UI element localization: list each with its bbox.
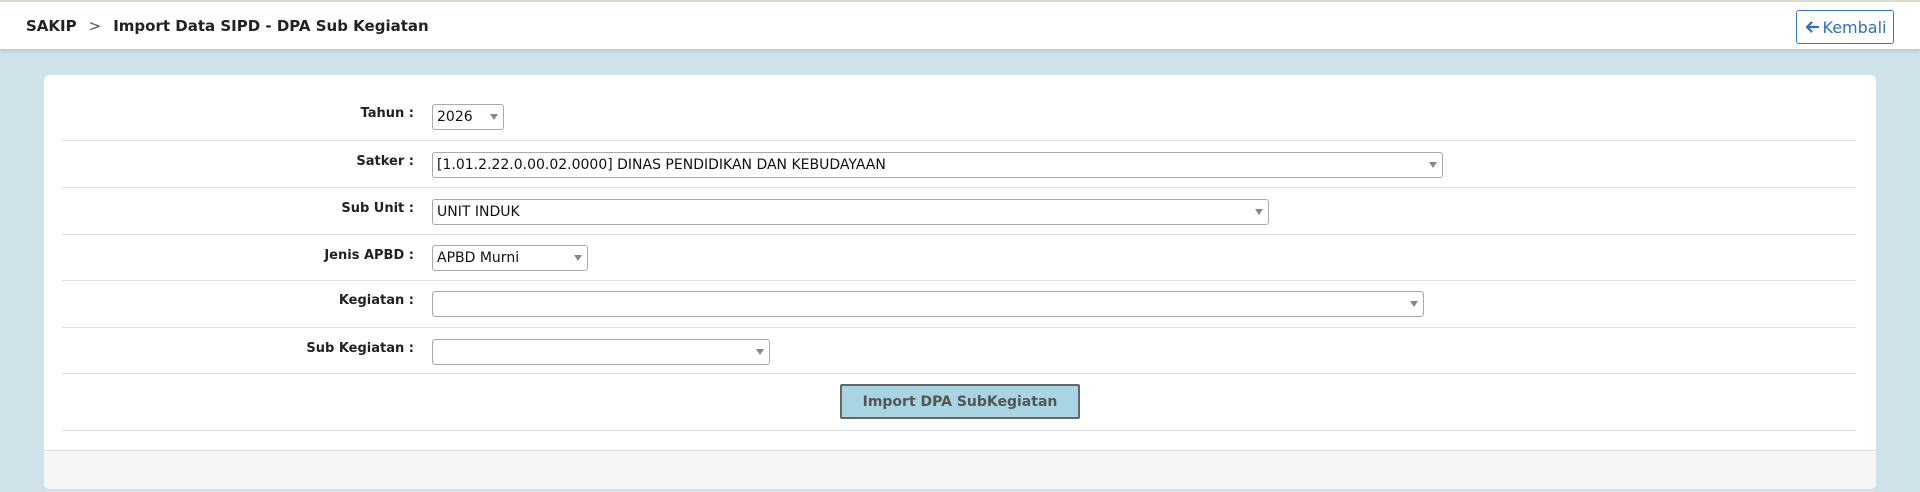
chevron-down-icon — [490, 114, 498, 120]
top-bar: SAKIP > Import Data SIPD - DPA Sub Kegiata… — [0, 0, 1920, 49]
breadcrumb-root[interactable]: SAKIP — [26, 17, 77, 35]
breadcrumb: SAKIP > Import Data SIPD - DPA Sub Kegiata… — [26, 17, 429, 35]
sub-unit-label: Sub Unit : — [341, 201, 414, 216]
chevron-down-icon — [1410, 301, 1418, 307]
row-sub-kegiatan: Sub Kegiatan : — [62, 328, 1856, 374]
row-satker: Satker : [1.01.2.22.0.00.02.0000] DINAS … — [62, 141, 1856, 188]
import-dpa-subkegiatan-button[interactable]: Import DPA SubKegiatan — [840, 384, 1080, 419]
sub-kegiatan-label: Sub Kegiatan : — [306, 341, 414, 356]
chevron-down-icon — [1429, 162, 1437, 168]
sub-unit-value: UNIT INDUK — [437, 204, 520, 220]
satker-select[interactable]: [1.01.2.22.0.00.02.0000] DINAS PENDIDIKA… — [432, 152, 1443, 178]
import-form-card: Tahun : 2026 Satker : [1.01.2.22.0.00.02… — [44, 75, 1876, 489]
chevron-down-icon — [1255, 209, 1263, 215]
chevron-down-icon — [574, 255, 582, 261]
chevron-down-icon — [756, 349, 764, 355]
satker-value: [1.01.2.22.0.00.02.0000] DINAS PENDIDIKA… — [437, 157, 886, 173]
row-kegiatan: Kegiatan : — [62, 281, 1856, 328]
jenis-apbd-select[interactable]: APBD Murni — [432, 245, 588, 271]
kegiatan-label: Kegiatan : — [338, 293, 414, 308]
page-title: Import Data SIPD - DPA Sub Kegiatan — [113, 17, 429, 35]
card-footer — [44, 450, 1876, 489]
tahun-label: Tahun : — [360, 106, 414, 121]
sub-unit-select[interactable]: UNIT INDUK — [432, 199, 1269, 225]
row-jenis-apbd: Jenis APBD : APBD Murni — [62, 235, 1856, 281]
row-sub-unit: Sub Unit : UNIT INDUK — [62, 188, 1856, 235]
arrow-left-icon — [1804, 19, 1820, 35]
row-tahun: Tahun : 2026 — [62, 75, 1856, 141]
sub-kegiatan-select[interactable] — [432, 339, 770, 365]
tahun-value: 2026 — [437, 109, 473, 125]
tahun-select[interactable]: 2026 — [432, 104, 504, 130]
back-button[interactable]: Kembali — [1796, 10, 1894, 44]
back-button-label: Kembali — [1822, 17, 1887, 37]
jenis-apbd-value: APBD Murni — [437, 250, 520, 266]
breadcrumb-separator: > — [88, 17, 102, 35]
jenis-apbd-label: Jenis APBD : — [324, 248, 414, 263]
satker-label: Satker : — [356, 154, 414, 169]
kegiatan-select[interactable] — [432, 291, 1424, 317]
